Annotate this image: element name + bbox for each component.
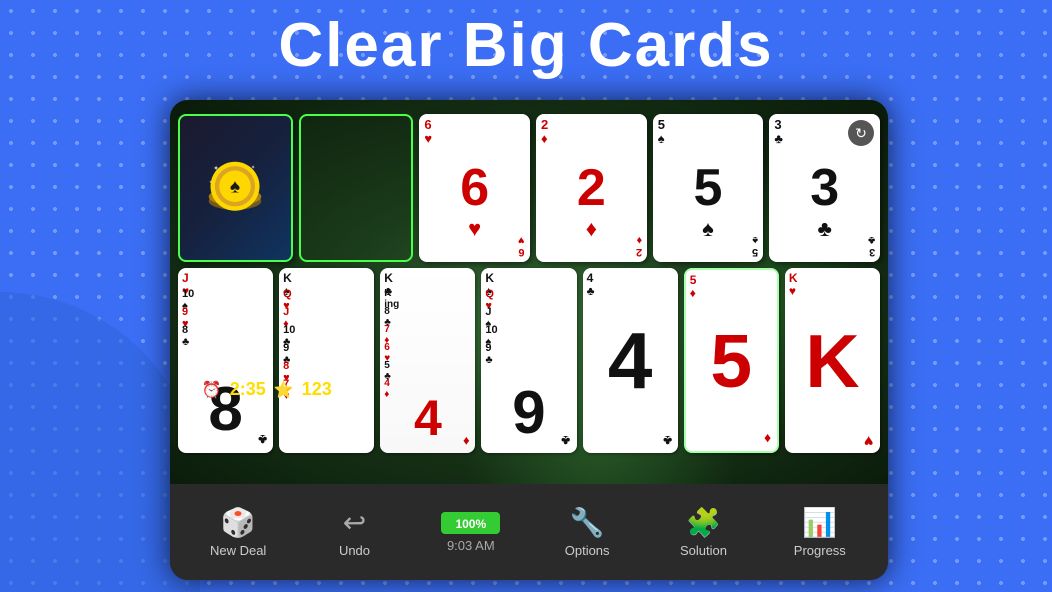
undo-button[interactable]: ↩ Undo <box>314 506 394 558</box>
game-container: ♠ ✦ ✦ ✦ 6♥ 6 ♥ 6♥ 2♦ 2 ♦ 2♦ <box>170 100 888 580</box>
card-6-hearts[interactable]: 6♥ 6 ♥ 6♥ <box>419 114 530 262</box>
column-2[interactable]: K♠ Q♥ J♦ 10♣ 9♣ 8♥ 7♥ <box>279 268 374 478</box>
timer-value: 2:35 <box>230 379 266 400</box>
solution-icon: 🧩 <box>686 506 721 539</box>
options-label: Options <box>565 543 610 558</box>
star-icon: ⭐ <box>274 380 294 400</box>
status-bar: ▼ ⏰ 2:35 ⭐ 123 <box>178 379 332 400</box>
battery-label: 100% <box>449 515 492 533</box>
progress-button[interactable]: 📊 Progress <box>780 506 860 558</box>
card-suit-br: ♣ <box>561 433 570 449</box>
card-top-label: 6♥ <box>424 118 432 147</box>
undo-label: Undo <box>339 543 370 558</box>
card-suit-bottom: ♥ <box>468 216 481 242</box>
card-center-value: 3 <box>810 162 839 214</box>
card-suit-br: ♦ <box>463 434 470 449</box>
card-top-label: 3♣ <box>774 118 783 147</box>
stack-card-k-hearts[interactable]: K♥ K ♥ <box>785 268 880 453</box>
stack-card-4-clubs[interactable]: 4♣ 4 ♣ <box>583 268 678 453</box>
stack-card-j-hearts[interactable]: J♥ 10♠ 9♥ 8♣ 8 ♣ <box>178 268 273 453</box>
card-suit-br: ♣ <box>258 432 267 448</box>
progress-icon: 📊 <box>802 506 837 539</box>
time-display: 100% 9:03 AM <box>431 512 511 553</box>
chevron-down-icon[interactable]: ▼ <box>178 381 194 399</box>
card-center-big: 4 <box>414 389 442 447</box>
page-title: Clear Big Cards <box>0 10 1052 81</box>
mini-label-5: 9♣ <box>485 342 492 366</box>
stack-card-5-diamonds[interactable]: 5♦ 5 ♦ <box>684 268 779 453</box>
card-suit-br: ♥ <box>864 431 874 449</box>
card-top-label: 5♠ <box>658 118 665 147</box>
card-center-value: 6 <box>460 162 489 214</box>
card-center-big: 5 <box>710 318 752 404</box>
score-value: 123 <box>302 379 332 400</box>
undo-icon: ↩ <box>343 506 366 539</box>
progress-label: Progress <box>794 543 846 558</box>
stack-card-k-spades[interactable]: K♠ Q♥ J♦ 10♣ 9♣ 8♥ 7♥ <box>279 268 374 453</box>
card-suit-bottom: ♦ <box>586 216 597 242</box>
card-suit-bottom: ♣ <box>817 216 831 242</box>
card-bottom-label: 2♦ <box>636 234 642 258</box>
mini-label-top: K♥ <box>789 272 798 298</box>
svg-text:✦: ✦ <box>209 180 213 185</box>
card-center-value: 5 <box>694 162 723 214</box>
card-bottom-label: 6♥ <box>518 234 525 258</box>
card-suit-br: ♣ <box>663 433 672 449</box>
card-center-big: K <box>805 318 859 404</box>
card-center-big: 9 <box>512 378 545 447</box>
card-center-value: 2 <box>577 162 606 214</box>
card-2-diamonds[interactable]: 2♦ 2 ♦ 2♦ <box>536 114 647 262</box>
mini-label-top: 5♦ <box>690 274 697 300</box>
card-center-big: 4 <box>608 315 653 407</box>
column-6[interactable]: 5♦ 5 ♦ <box>684 268 779 478</box>
card-suit-bottom: ♠ <box>702 216 714 242</box>
svg-text:♠: ♠ <box>230 176 240 197</box>
game-area: ♠ ✦ ✦ ✦ 6♥ 6 ♥ 6♥ 2♦ 2 ♦ 2♦ <box>170 100 888 496</box>
options-button[interactable]: 🔧 Options <box>547 506 627 558</box>
options-icon: 🔧 <box>570 506 605 539</box>
column-7[interactable]: K♥ K ♥ <box>785 268 880 478</box>
svg-text:✦: ✦ <box>251 165 255 171</box>
battery-icon: 100% <box>441 512 500 534</box>
card-suit-br: ♦ <box>764 431 771 447</box>
column-1[interactable]: J♥ 10♠ 9♥ 8♣ 8 ♣ <box>178 268 273 478</box>
top-cards-row: ♠ ✦ ✦ ✦ 6♥ 6 ♥ 6♥ 2♦ 2 ♦ 2♦ <box>178 114 880 262</box>
stack-card-ks2[interactable]: K♠ Q♥ J♠ 10♠ 9♣ 9 ♣ <box>481 268 576 453</box>
timer-icon: ⏰ <box>202 380 222 400</box>
chip-icon: ♠ ✦ ✦ ✦ <box>200 153 270 223</box>
new-deal-label: New Deal <box>210 543 266 558</box>
column-5[interactable]: 4♣ 4 ♣ <box>583 268 678 478</box>
mini-label-4: 8♣ <box>182 324 189 348</box>
solution-label: Solution <box>680 543 727 558</box>
stack-card-k-diamonds[interactable]: K♣ King 8♣ 7♦ 6♥ 5♣ 4♦ 4 ♦ <box>380 268 475 453</box>
solution-button[interactable]: 🧩 Solution <box>663 506 743 558</box>
time-label: 9:03 AM <box>447 538 495 553</box>
card-empty-slot <box>299 114 414 262</box>
bottom-cards-row: J♥ 10♠ 9♥ 8♣ 8 ♣ K♠ Q♥ J♦ 10♣ 9♣ 8♥ <box>178 268 880 478</box>
card-3-clubs[interactable]: 3♣ 3 ♣ 3♣ ↻ <box>769 114 880 262</box>
card-bottom-label: 3♣ <box>868 234 875 258</box>
column-4[interactable]: K♠ Q♥ J♠ 10♠ 9♣ 9 ♣ <box>481 268 576 478</box>
new-deal-icon: 🎲 <box>221 506 256 539</box>
card-dark-chip[interactable]: ♠ ✦ ✦ ✦ <box>178 114 293 262</box>
card-top-label: 2♦ <box>541 118 548 147</box>
card-5-spades[interactable]: 5♠ 5 ♠ 5♠ <box>653 114 764 262</box>
column-3[interactable]: K♣ King 8♣ 7♦ 6♥ 5♣ 4♦ 4 ♦ <box>380 268 475 478</box>
mini-label-top: 4♣ <box>587 272 595 298</box>
mini-label-7: 4♦ <box>384 378 390 400</box>
new-deal-button[interactable]: 🎲 New Deal <box>198 506 278 558</box>
card-bottom-label: 5♠ <box>752 234 758 258</box>
svg-text:✦: ✦ <box>213 165 219 173</box>
toolbar: 🎲 New Deal ↩ Undo 100% 9:03 AM 🔧 Options… <box>170 484 888 580</box>
replay-icon[interactable]: ↻ <box>848 120 874 146</box>
